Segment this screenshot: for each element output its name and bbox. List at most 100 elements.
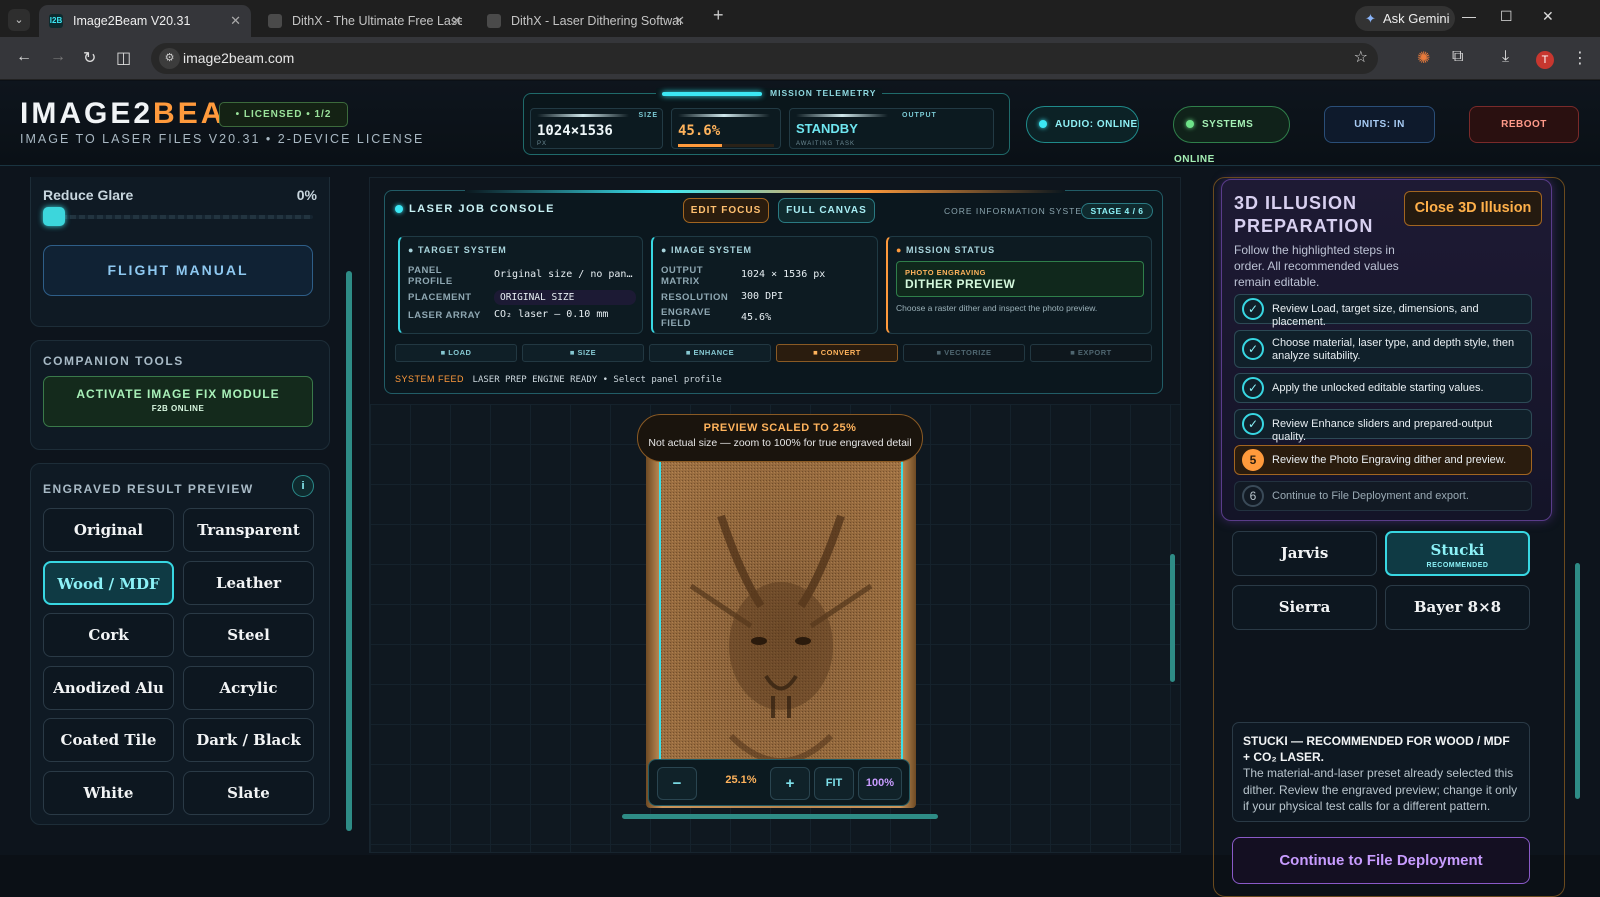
material-option[interactable]: Leather [183,560,314,605]
output-label: OUTPUT [902,112,937,119]
material-option[interactable]: Transparent [183,508,314,552]
image-heading: ● IMAGE SYSTEM [661,245,752,255]
engrave-field-label: ENGRAVE FIELD [661,307,711,329]
checklist-item[interactable]: ✓ Apply the unlocked editable starting va… [1234,373,1532,403]
audio-dot-icon [1039,120,1047,129]
tab-dithx-1[interactable]: DithX - The Ultimate Free Laser ✕ [258,5,472,37]
url-text[interactable]: image2beam.com [183,43,294,74]
material-option[interactable]: Wood / MDF [43,560,174,605]
material-option[interactable]: Dark / Black [183,718,314,762]
tab-image2beam[interactable]: I2B Image2Beam V20.31 ✕ [39,5,251,37]
material-option[interactable]: Cork [43,613,174,657]
progress-value: 45.6% [678,123,721,139]
menu-dots-icon[interactable]: ⋮ [1572,48,1588,68]
left-scrollbar[interactable] [346,271,352,831]
fit-button[interactable]: FIT [814,767,854,800]
scaled-note: Not actual size — zoom to 100% for true … [648,437,912,449]
dither-note: STUCKI — RECOMMENDED FOR WOOD / MDF + CO… [1232,722,1530,822]
glare-slider-track[interactable] [43,215,313,219]
material-option[interactable]: Coated Tile [43,718,174,762]
reboot-button[interactable]: REBOOT [1469,106,1579,143]
image-fix-module-button[interactable]: ACTIVATE IMAGE FIX MODULE F2B ONLINE [43,376,313,427]
mission-kicker: PHOTO ENGRAVING [905,268,986,277]
right-scrollbar[interactable] [1575,563,1580,799]
edit-focus-button[interactable]: EDIT FOCUS [683,198,769,223]
dither-option[interactable]: Sierra [1232,585,1377,630]
glare-slider-thumb[interactable] [43,207,65,226]
close-tab-icon[interactable]: ✕ [674,5,685,37]
companion-tools-panel: COMPANION TOOLS ACTIVATE IMAGE FIX MODUL… [30,340,330,450]
preview-canvas[interactable]: PREVIEW SCALED TO 25% Not actual size — … [370,404,1180,852]
engrave-field-value: 45.6% [741,312,772,323]
workflow-step[interactable]: ■ CONVERT [776,344,898,362]
audio-status-button[interactable]: AUDIO: ONLINE [1026,106,1139,143]
material-option[interactable]: Acrylic [183,665,314,710]
checklist-item[interactable]: 6 Continue to File Deployment and export. [1234,481,1532,511]
material-option[interactable]: Steel [183,613,314,657]
check-icon: ✓ [1242,298,1264,320]
workflow-step[interactable]: ■ EXPORT [1030,344,1152,362]
dither-option[interactable]: Stucki RECOMMENDED [1385,531,1530,576]
split-view-icon[interactable]: ◫ [116,48,131,68]
close-tab-icon[interactable]: ✕ [451,5,462,37]
forward-arrow-icon[interactable]: → [50,48,66,66]
checklist-item[interactable]: ✓ Choose material, laser type, and depth … [1234,330,1532,368]
bookmark-star-icon[interactable]: ☆ [1354,47,1368,67]
omnibox[interactable]: ⚙ image2beam.com ☆ [151,43,1378,74]
tab-dithx-2[interactable]: DithX - Laser Dithering Software ✕ [477,5,695,37]
material-option[interactable]: Slate [183,770,314,815]
extensions-puzzle-icon[interactable]: ⧉ [1452,48,1463,66]
downloads-icon[interactable]: ⤓ [1502,48,1509,66]
mission-hint: Choose a raster dither and inspect the p… [896,303,1098,313]
continue-deployment-button[interactable]: Continue to File Deployment [1232,837,1530,884]
new-tab-plus-icon[interactable]: + [713,5,724,26]
extension-sun-icon[interactable]: ✺ [1417,48,1430,68]
workflow-step[interactable]: ■ SIZE [522,344,644,362]
dither-option[interactable]: Bayer 8×8 [1385,585,1530,630]
zoom-out-button[interactable]: − [657,767,697,800]
stage-badge: STAGE 4 / 6 [1081,203,1153,219]
checklist-item[interactable]: ✓ Review Load, target size, dimensions, a… [1234,294,1532,328]
zoom-controls: − 25.1% + FIT 100% [648,759,910,806]
tab-search-chevron-icon[interactable]: ⌄ [8,9,30,31]
close-tab-icon[interactable]: ✕ [230,5,241,37]
checklist-text: Review Load, target size, dimensions, an… [1272,303,1479,328]
glare-panel: Reduce Glare 0% FLIGHT MANUAL [30,177,330,327]
target-heading: ● TARGET SYSTEM [408,245,507,255]
step-dot-icon: ■ [685,348,694,357]
info-icon[interactable]: i [292,475,314,497]
zoom-in-button[interactable]: + [770,767,810,800]
checklist-item[interactable]: 5 Review the Photo Engraving dither and p… [1234,445,1532,475]
close-illusion-button[interactable]: Close 3D Illusion [1404,191,1542,226]
canvas-horizontal-scrollbar[interactable] [622,814,938,819]
placement-value[interactable]: ORIGINAL SIZE [494,290,636,305]
minimize-icon[interactable]: — [1462,8,1476,24]
canvas-vscroll-thumb[interactable] [1170,554,1175,682]
canvas-vertical-scrollbar[interactable] [1170,412,1176,814]
left-scrollbar-thumb[interactable] [346,271,352,831]
material-option[interactable]: Original [43,508,174,552]
profile-avatar[interactable]: T [1536,51,1554,69]
maximize-icon[interactable]: ☐ [1500,8,1513,25]
workflow-step[interactable]: ■ ENHANCE [649,344,771,362]
reload-icon[interactable]: ↻ [83,48,96,68]
dither-option[interactable]: Jarvis [1232,531,1377,576]
full-canvas-button[interactable]: FULL CANVAS [778,198,875,223]
checklist-item[interactable]: ✓ Review Enhance sliders and prepared-out… [1234,409,1532,443]
units-button[interactable]: UNITS: IN [1324,106,1435,143]
zoom-100-button[interactable]: 100% [858,767,902,800]
panel-profile-value[interactable]: Original size / no pan… [494,269,636,280]
material-option[interactable]: Anodized Alu [43,665,174,710]
flight-manual-button[interactable]: FLIGHT MANUAL [43,245,313,296]
close-window-icon[interactable]: ✕ [1542,8,1554,25]
site-info-icon[interactable]: ⚙ [159,48,180,69]
workflow-step[interactable]: ■ VECTORIZE [903,344,1025,362]
laser-array-label: LASER ARRAY [408,310,481,321]
glare-value: 0% [296,187,317,203]
material-option[interactable]: White [43,770,174,815]
back-arrow-icon[interactable]: ← [16,48,32,66]
fix-module-label: ACTIVATE IMAGE FIX MODULE [76,387,280,401]
workflow-step[interactable]: ■ LOAD [395,344,517,362]
browser-tabstrip: ⌄ I2B Image2Beam V20.31 ✕ DithX - The Ul… [0,0,1600,37]
ask-gemini-button[interactable]: ✦ Ask Gemini [1355,6,1455,31]
